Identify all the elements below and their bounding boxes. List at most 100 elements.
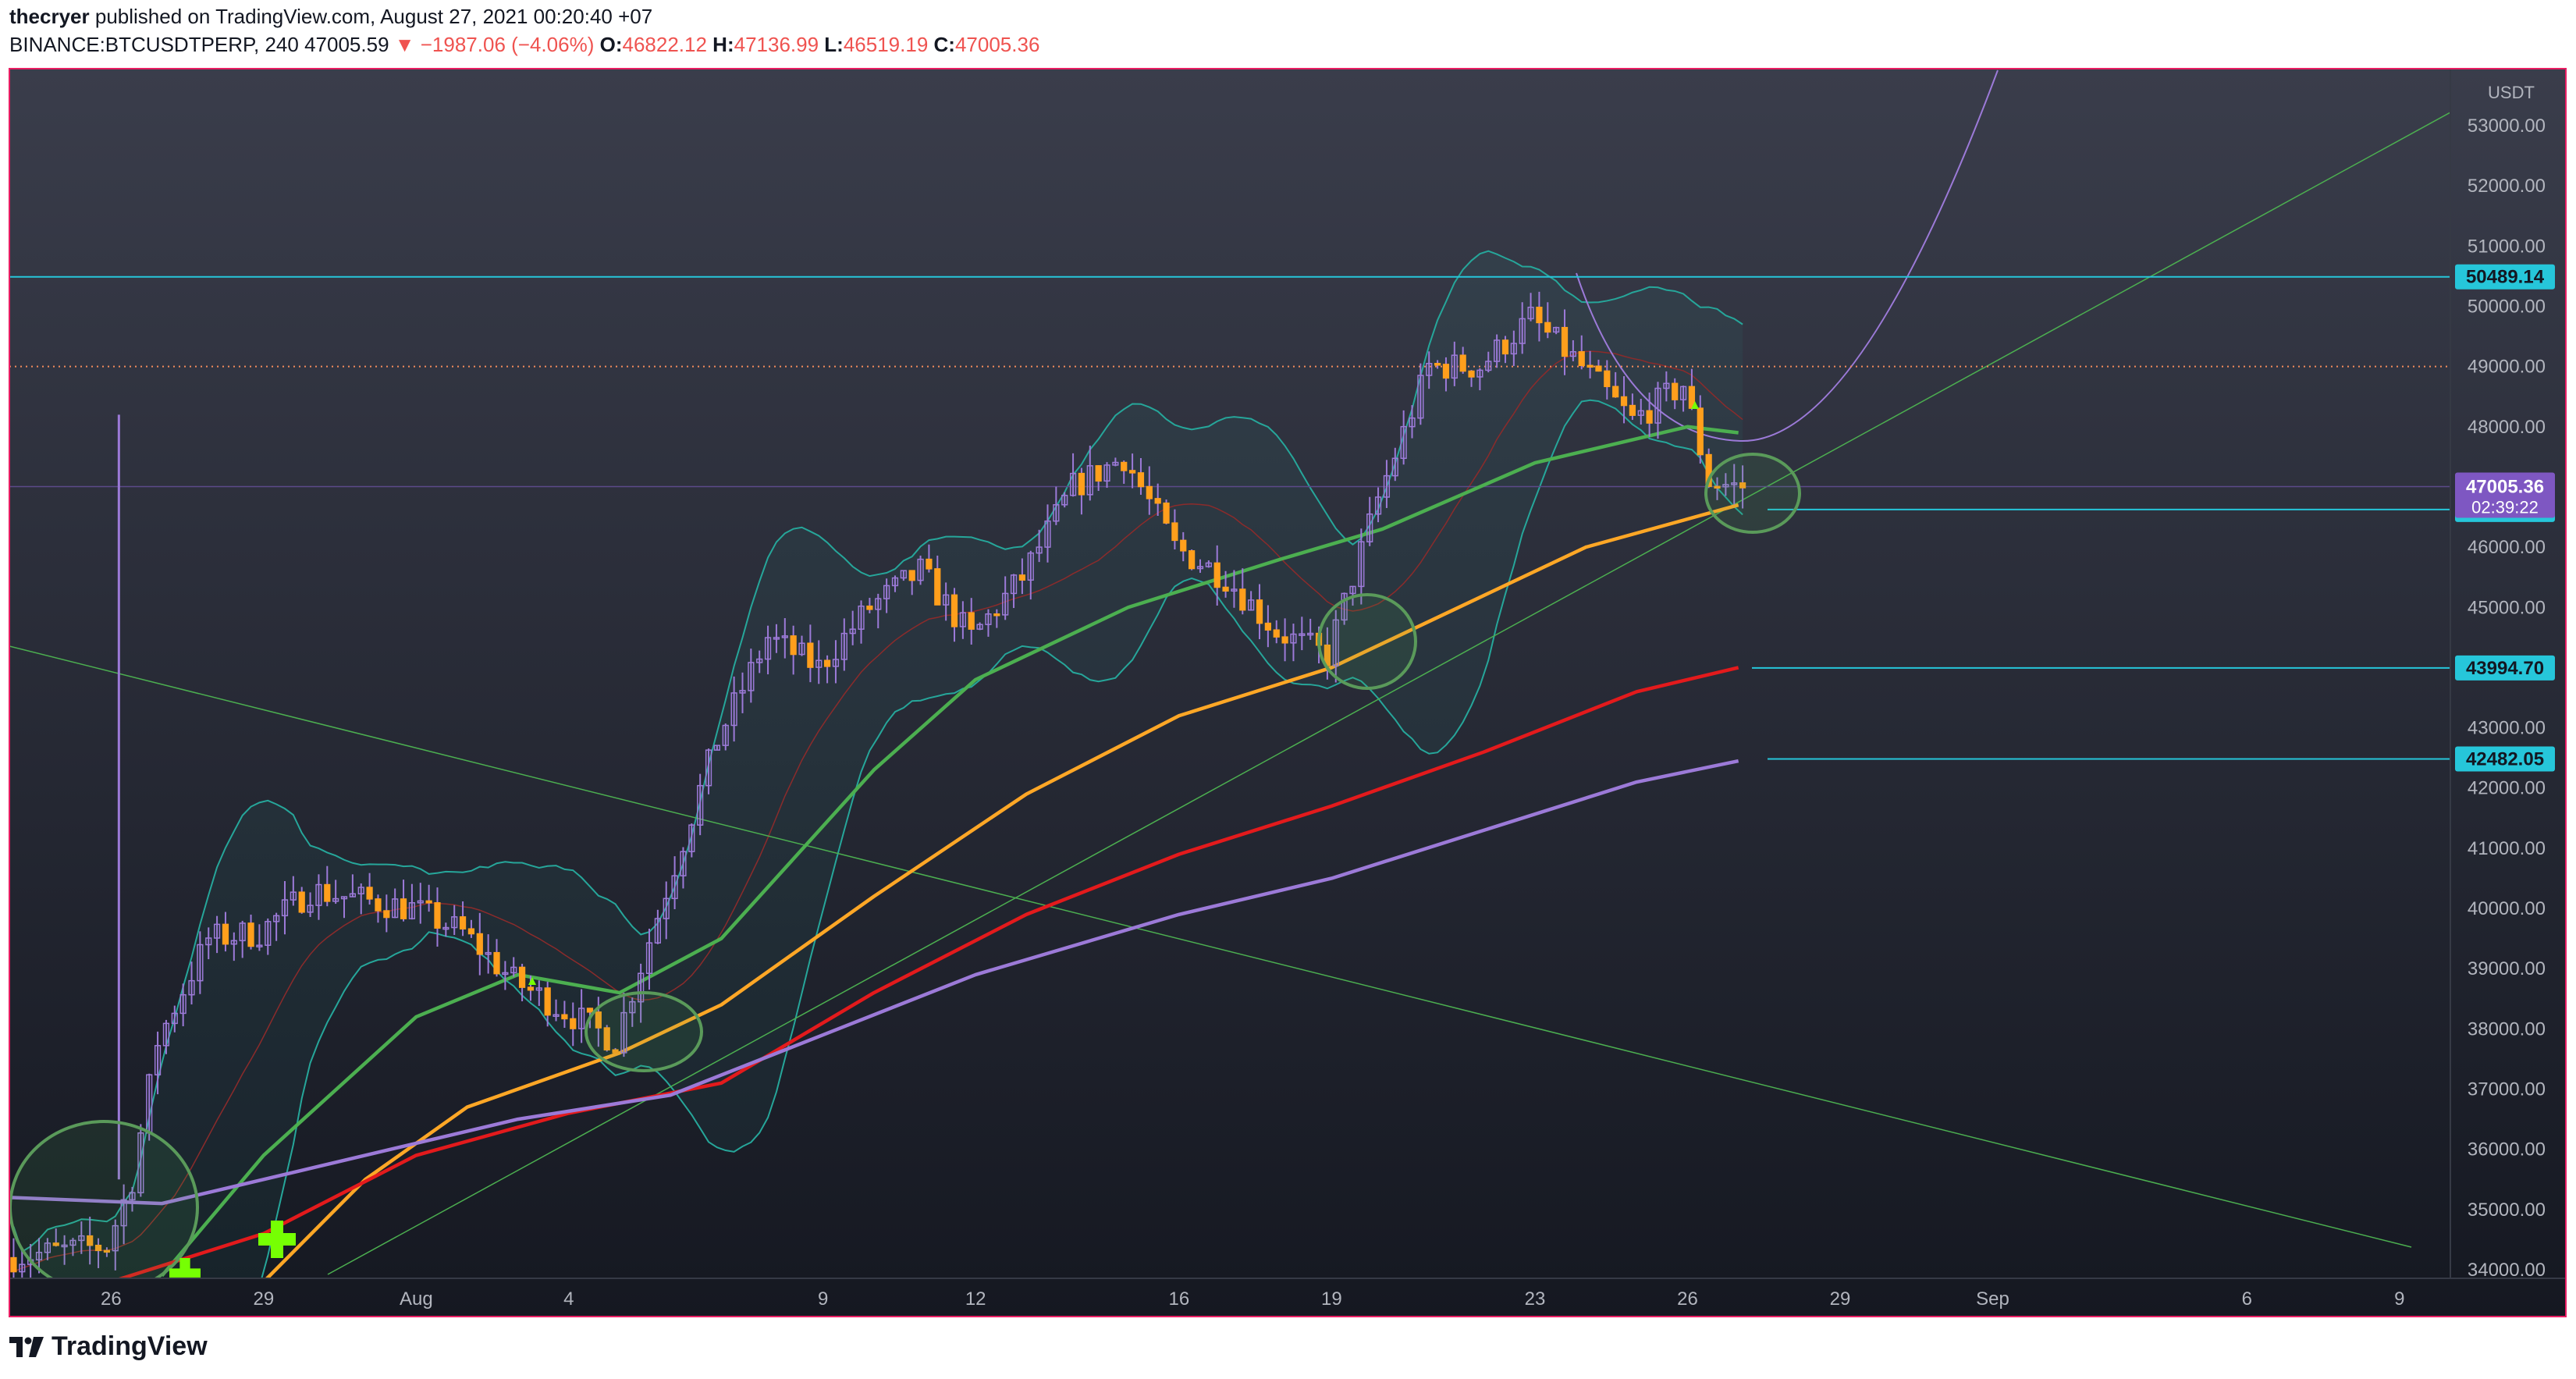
y-tick-label: 49000.00 (2468, 357, 2546, 378)
candle-body (1459, 354, 1466, 372)
x-tick-label: 29 (253, 1288, 274, 1310)
y-tick-label: 45000.00 (2468, 597, 2546, 618)
candle-body (476, 933, 483, 955)
x-tick-label: 19 (1321, 1288, 1342, 1310)
countdown-text: 02:39:22 (2471, 498, 2539, 517)
candle-body (1273, 629, 1280, 638)
x-tick-label: 12 (965, 1288, 986, 1310)
y-tick-label: 34000.00 (2468, 1260, 2546, 1281)
candle-body (1604, 370, 1611, 388)
candle-body (247, 922, 254, 947)
candle-body (434, 902, 441, 929)
candle-body (222, 923, 229, 945)
candle-body (1163, 502, 1170, 524)
candle-body (1154, 498, 1161, 504)
candle-body (1468, 370, 1475, 378)
circle-annotation (584, 991, 703, 1072)
candle-body (908, 570, 915, 581)
candle-body (1264, 622, 1271, 631)
candle-body (400, 898, 407, 919)
y-tick-label: 53000.00 (2468, 116, 2546, 137)
x-tick-label: 9 (818, 1288, 828, 1310)
candle-body (1128, 470, 1136, 474)
y-tick-label: 43000.00 (2468, 718, 2546, 739)
candle-body (1501, 339, 1509, 355)
price-tag-level-text: 42482.05 (2466, 749, 2544, 770)
brand-name: TradingView (52, 1331, 208, 1361)
candle-body (993, 613, 1000, 617)
price-tag-level-text: 43994.70 (2466, 658, 2544, 679)
y-tick-label: 42000.00 (2468, 778, 2546, 799)
candle-body (1697, 407, 1704, 456)
x-tick-label: 9 (2394, 1288, 2404, 1310)
price-tag-level: 42482.05 (2455, 746, 2555, 772)
candle-body (823, 659, 831, 667)
y-tick-label: 51000.00 (2468, 236, 2546, 257)
candle-body (866, 605, 873, 610)
x-tick-label: Aug (400, 1288, 433, 1310)
y-tick-label: 50000.00 (2468, 296, 2546, 317)
tradingview-snapshot: thecryer published on TradingView.com, A… (0, 0, 2576, 1379)
candle-body (1222, 586, 1229, 592)
y-tick-label: 40000.00 (2468, 898, 2546, 919)
x-tick-label: 16 (1168, 1288, 1189, 1310)
price-tag-current: 47005.3602:39:22 (2455, 472, 2555, 518)
candle-body (1095, 465, 1102, 482)
candle-body (1171, 522, 1178, 542)
tradingview-logo[interactable]: TradingView (9, 1331, 208, 1362)
y-tick-label: 41000.00 (2468, 838, 2546, 859)
currency-label: USDT (2488, 83, 2535, 102)
candle-body (10, 1256, 17, 1273)
candle-body (324, 883, 331, 902)
candle-body (1578, 350, 1585, 367)
candle-body (544, 987, 551, 1016)
candle-body (1137, 472, 1145, 488)
candle-body (1434, 363, 1441, 366)
candle-body (926, 558, 933, 570)
circle-annotation (9, 1120, 199, 1278)
x-tick-label: 26 (101, 1288, 122, 1310)
candle-body (586, 1008, 594, 1013)
circle-annotation (1704, 453, 1801, 534)
candle-body (366, 887, 373, 900)
candle-body (1121, 461, 1128, 471)
candle-body (425, 900, 432, 904)
y-tick-label: 36000.00 (2468, 1139, 2546, 1160)
candle-body (527, 986, 535, 991)
candle-body (1544, 322, 1551, 333)
x-tick-label: 23 (1525, 1288, 1546, 1310)
y-tick-label: 37000.00 (2468, 1079, 2546, 1100)
current-price-text: 47005.36 (2466, 477, 2544, 498)
candle-body (1281, 636, 1288, 644)
chart-background (9, 69, 2566, 1317)
candle-body (1146, 485, 1153, 499)
y-tick-label: 46000.00 (2468, 537, 2546, 558)
y-tick-label: 48000.00 (2468, 417, 2546, 438)
candle-body (383, 910, 390, 919)
candle-body (1595, 365, 1602, 372)
candle-body (1189, 550, 1196, 570)
candle-body (493, 951, 500, 975)
candle-body (1078, 472, 1085, 496)
candle-body (1646, 410, 1653, 424)
price-tag-level: 50489.14 (2455, 264, 2555, 290)
x-tick-label: 4 (563, 1288, 574, 1310)
candle-body (968, 612, 975, 630)
price-chart[interactable]: USDT 34000.00 35000.00 36000.00 37000.00 3800… (0, 0, 2576, 1379)
candle-body (1018, 574, 1026, 581)
candle-body (1620, 396, 1628, 407)
candle-body (1442, 364, 1450, 379)
candle-body (790, 635, 797, 656)
x-tick-label: 29 (1830, 1288, 1851, 1310)
candle-body (467, 928, 475, 935)
circle-annotation (1317, 593, 1417, 690)
candle-body (1672, 382, 1679, 400)
candle-body (807, 642, 814, 668)
candle-body (1561, 326, 1569, 357)
candle-body (934, 568, 941, 606)
x-tick-label: Sep (1976, 1288, 2009, 1310)
candle-body (950, 594, 958, 627)
candle-body (1180, 539, 1187, 552)
candle-body (570, 1018, 577, 1029)
y-tick-label: 52000.00 (2468, 176, 2546, 197)
